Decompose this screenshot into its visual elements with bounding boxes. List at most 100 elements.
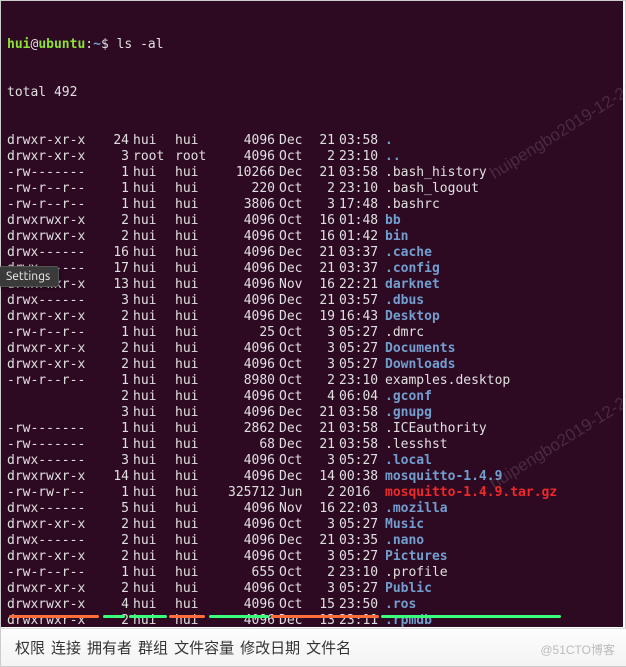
col-size: 220 — [213, 181, 279, 197]
col-links: 14 — [101, 469, 133, 485]
col-day: 3 — [311, 453, 339, 469]
col-month: Dec — [279, 613, 311, 627]
col-group: hui — [175, 437, 213, 453]
col-perm: drwxrwxr-x — [7, 597, 101, 613]
col-owner: hui — [133, 197, 175, 213]
file-name: mosquitto-1.4.9.tar.gz — [385, 485, 617, 501]
col-owner: hui — [133, 213, 175, 229]
col-owner: hui — [133, 325, 175, 341]
col-owner: hui — [133, 181, 175, 197]
col-perm: -rw-r--r-- — [7, 565, 101, 581]
col-owner: hui — [133, 533, 175, 549]
settings-tooltip[interactable]: Settings — [0, 266, 59, 287]
col-group: hui — [175, 453, 213, 469]
col-day: 14 — [311, 469, 339, 485]
footer-label: 连接 — [51, 640, 81, 657]
file-name: .bash_history — [385, 165, 617, 181]
listing-row: drwxr-xr-x2huihui4096Oct305:27Documents — [7, 341, 617, 357]
file-name: .bashrc — [385, 197, 617, 213]
col-day: 2 — [311, 373, 339, 389]
col-month: Dec — [279, 309, 311, 325]
file-name: .gconf — [385, 389, 617, 405]
col-month: Dec — [279, 421, 311, 437]
col-perm: drwxr-xr-x — [7, 149, 101, 165]
listing-row: drwxr-xr-x2huihui4096Oct305:27Pictures — [7, 549, 617, 565]
col-group: hui — [175, 469, 213, 485]
col-links: 3 — [101, 293, 133, 309]
col-month: Dec — [279, 533, 311, 549]
footer-label: 文件名 — [306, 640, 351, 657]
col-time: 23:10 — [339, 149, 385, 165]
col-month: Dec — [279, 293, 311, 309]
col-group: hui — [175, 165, 213, 181]
col-perm: drwx------ — [7, 293, 101, 309]
file-name: .mozilla — [385, 501, 617, 517]
col-links: 1 — [101, 181, 133, 197]
col-perm: drwxr-xr-x — [7, 357, 101, 373]
prompt-path: ~ — [93, 37, 101, 53]
col-month: Dec — [279, 165, 311, 181]
col-group: hui — [175, 325, 213, 341]
file-name: .bash_logout — [385, 181, 617, 197]
listing-row: -rw-r--r--1huihui220Oct223:10.bash_logou… — [7, 181, 617, 197]
col-owner: hui — [133, 469, 175, 485]
col-group: hui — [175, 341, 213, 357]
col-day: 3 — [311, 357, 339, 373]
listing-row: -rw-------1huihui68Dec2103:58.lesshst — [7, 437, 617, 453]
file-name: .. — [385, 149, 617, 165]
col-owner: hui — [133, 277, 175, 293]
col-day: 15 — [311, 597, 339, 613]
listing-row: drwxr-xr-x3rootroot4096Oct223:10.. — [7, 149, 617, 165]
col-links: 4 — [101, 597, 133, 613]
terminal-window[interactable]: hui@ubuntu:~$ ls -al total 492 drwxr-xr-… — [1, 1, 623, 627]
col-time: 03:58 — [339, 133, 385, 149]
col-day: 21 — [311, 133, 339, 149]
col-size: 4096 — [213, 261, 279, 277]
col-size: 4096 — [213, 581, 279, 597]
col-links: 1 — [101, 421, 133, 437]
prompt-symbol: $ — [101, 37, 117, 53]
col-links: 3 — [101, 149, 133, 165]
col-links: 1 — [101, 437, 133, 453]
col-owner: hui — [133, 405, 175, 421]
col-owner: hui — [133, 165, 175, 181]
col-size: 4096 — [213, 549, 279, 565]
col-time: 03:58 — [339, 437, 385, 453]
footer-label: 拥有者 — [87, 640, 132, 657]
file-name: .cache — [385, 245, 617, 261]
col-group: hui — [175, 421, 213, 437]
col-time: 00:38 — [339, 469, 385, 485]
col-size: 4096 — [213, 133, 279, 149]
col-time: 03:37 — [339, 261, 385, 277]
col-day: 21 — [311, 533, 339, 549]
file-name: mosquitto-1.4.9 — [385, 469, 617, 485]
col-month: Nov — [279, 501, 311, 517]
col-size: 4096 — [213, 405, 279, 421]
footer-label: 权限 — [15, 640, 45, 657]
col-month: Oct — [279, 597, 311, 613]
col-group: hui — [175, 229, 213, 245]
col-time: 05:27 — [339, 581, 385, 597]
col-size: 3806 — [213, 197, 279, 213]
col-links: 13 — [101, 277, 133, 293]
listing-row: drwxrwxr-x2huihui4096Oct1601:48bb — [7, 213, 617, 229]
col-owner: hui — [133, 261, 175, 277]
listing-row: drwxrwxr-x2huihui4096Dec1323:11.rpmdb — [7, 613, 617, 627]
listing-row: drwxr-xr-x2huihui4096Oct305:27Public — [7, 581, 617, 597]
listing-row: drwxr-xr-x2huihui4096Dec1916:43Desktop — [7, 309, 617, 325]
col-time: 03:58 — [339, 405, 385, 421]
col-day: 21 — [311, 245, 339, 261]
col-time: 17:48 — [339, 197, 385, 213]
footer-bar: 权限连接拥有者群组文件容量修改日期文件名 @51CTO博客 — [1, 628, 626, 666]
listing-row: -rw-r--r--1huihui3806Oct317:48.bashrc — [7, 197, 617, 213]
col-month: Dec — [279, 437, 311, 453]
col-month: Nov — [279, 277, 311, 293]
col-time: 01:42 — [339, 229, 385, 245]
col-owner: hui — [133, 341, 175, 357]
col-time: 05:27 — [339, 341, 385, 357]
col-perm: -rw------- — [7, 421, 101, 437]
col-group: hui — [175, 549, 213, 565]
col-time: 06:04 — [339, 389, 385, 405]
col-time: 23:10 — [339, 373, 385, 389]
col-size: 25 — [213, 325, 279, 341]
